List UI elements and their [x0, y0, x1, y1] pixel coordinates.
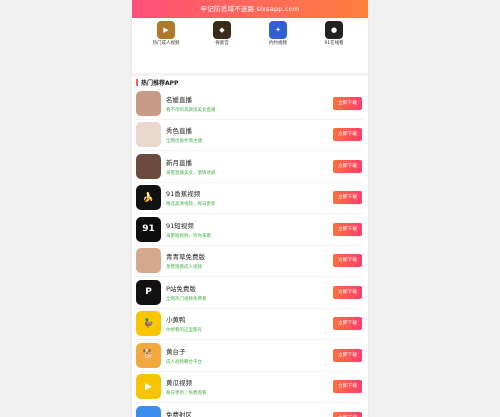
app-text: 新月直播海量直播美女，激情诱惑 — [161, 157, 333, 176]
quick-link-label: 91在线看 — [324, 41, 344, 46]
app-text: 黄台子成人视频聚合平台 — [161, 346, 333, 365]
quick-links: ▶ 热门成人视频 ◆ 探索宫 ✦ 约约视频 ● 91在线看 — [132, 18, 368, 59]
download-button[interactable]: 立即下载 — [333, 317, 362, 331]
yellow-duck-app-icon[interactable]: 🦆 — [136, 311, 161, 337]
download-button[interactable]: 立即下载 — [333, 254, 362, 268]
app-text: 青青草免费版免费观看成人视频 — [161, 251, 333, 270]
app-text: 秀色直播全网优质色情主播 — [161, 125, 333, 144]
quick-link-label: 探索宫 — [215, 41, 229, 46]
app-description: 海量直播美女，激情诱惑 — [166, 170, 216, 176]
top-banner[interactable]: 牢记防丢域不迷路 sixsapp.com — [132, 0, 368, 18]
app-name[interactable]: 黄台子 — [166, 346, 333, 356]
app-description: 海量短视频，等你来看 — [166, 233, 211, 239]
app-description: 你想看的这里都有 — [166, 328, 202, 334]
app-text: 91短视频海量短视频，等你来看 — [161, 220, 333, 239]
section-header: 热门推荐APP — [132, 76, 368, 88]
list-item[interactable]: 秀色直播 全网优质色情主播 立即下载 — [136, 120, 364, 151]
download-button[interactable]: 立即下载 — [333, 380, 362, 394]
huangtaizi-app-icon[interactable]: 🐕 — [136, 342, 161, 368]
app-name[interactable]: 秀色直播 — [166, 125, 333, 135]
download-button[interactable]: 立即下载 — [333, 159, 362, 173]
app-description: 全网优质色情主播 — [166, 139, 202, 145]
app-name[interactable]: 青青草免费版 — [166, 251, 333, 261]
91-banana-app-icon[interactable]: 🍌 — [136, 185, 161, 211]
download-button[interactable]: 立即下载 — [333, 128, 362, 142]
app-text: 名媛直播看不停的高颜值美女直播 — [161, 94, 333, 113]
list-item[interactable]: P P站免费版 全网热门视频免费看 立即下载 — [136, 277, 364, 309]
quick-link-label: 约约视频 — [269, 41, 287, 46]
app-description: 免费观看成人视频 — [166, 265, 202, 271]
app-name[interactable]: 小黄鸭 — [166, 314, 333, 324]
quick-link-3[interactable]: ● 91在线看 — [313, 21, 355, 59]
p-site-app-icon[interactable]: P — [136, 279, 161, 305]
qingqingcao-app-icon[interactable] — [136, 248, 161, 274]
app-name[interactable]: 91短视频 — [166, 220, 333, 230]
xinyue-app-icon[interactable] — [136, 153, 161, 179]
mingyuan-app-icon[interactable] — [136, 90, 161, 116]
section-title: 热门推荐APP — [141, 79, 179, 87]
app-name[interactable]: 新月直播 — [166, 157, 333, 167]
list-item[interactable]: 🍌 91香蕉视频 精选高清视频，每日更新 立即下载 — [136, 183, 364, 214]
section-accent-bar — [136, 78, 138, 86]
list-item[interactable]: 🐕 黄台子 成人视频聚合平台 立即下载 — [136, 340, 364, 372]
download-button[interactable]: 立即下载 — [333, 96, 362, 110]
download-button[interactable]: 立即下载 — [333, 222, 362, 236]
list-item[interactable]: 新月直播 海量直播美女，激情诱惑 立即下载 — [136, 151, 364, 183]
quick-link-label: 热门成人视频 — [152, 41, 180, 46]
app-text: P站免费版全网热门视频免费看 — [161, 283, 333, 302]
hot-videos-icon: ▶ — [157, 21, 175, 39]
list-item[interactable]: 名媛直播 看不停的高颜值美女直播 立即下载 — [136, 88, 364, 120]
explore-icon: ◆ — [213, 21, 231, 39]
download-button[interactable]: 立即下载 — [333, 348, 362, 362]
app-text: 小黄鸭你想看的这里都有 — [161, 314, 333, 333]
app-description: 每日更新，免费观看 — [166, 391, 207, 397]
free-zone-app-icon[interactable] — [136, 405, 161, 417]
cucumber-video-app-icon[interactable]: ▶ — [136, 374, 161, 400]
download-button[interactable]: 立即下载 — [333, 285, 362, 299]
quick-link-2[interactable]: ✦ 约约视频 — [257, 21, 299, 59]
app-description: 精选高清视频，每日更新 — [166, 202, 216, 208]
app-list: 名媛直播 看不停的高颜值美女直播 立即下载 秀色直播 全网优质色情主播 立即下载 新月直播海… — [132, 88, 368, 417]
app-name[interactable]: 黄瓜视频 — [166, 377, 333, 387]
app-name[interactable]: P站免费版 — [166, 283, 333, 293]
app-description: 看不停的高颜值美女直播 — [166, 107, 216, 113]
quick-link-0[interactable]: ▶ 热门成人视频 — [145, 21, 187, 59]
xiuse-app-icon[interactable] — [136, 122, 161, 148]
download-button[interactable]: 立即下载 — [333, 191, 362, 205]
app-description: 全网热门视频免费看 — [166, 296, 207, 302]
yueyue-icon: ✦ — [269, 21, 287, 39]
list-item[interactable]: ▶ 黄瓜视频 每日更新，免费观看 立即下载 — [136, 372, 364, 403]
91-watch-icon: ● — [325, 21, 343, 39]
download-button[interactable]: 立即下载 — [333, 411, 362, 417]
app-text: 黄瓜视频每日更新，免费观看 — [161, 377, 333, 396]
app-description: 成人视频聚合平台 — [166, 359, 202, 365]
list-item[interactable]: 免费射区海量资源免费看立即下载 — [136, 403, 364, 417]
mobile-page: 牢记防丢域不迷路 sixsapp.com ▶ 热门成人视频 ◆ 探索宫 ✦ 约约… — [132, 0, 368, 417]
app-text: 91香蕉视频精选高清视频，每日更新 — [161, 188, 333, 207]
list-item[interactable]: 91 91短视频 海量短视频，等你来看 立即下载 — [136, 214, 364, 246]
list-item[interactable]: 青青草免费版 免费观看成人视频 立即下载 — [136, 246, 364, 277]
app-name[interactable]: 名媛直播 — [166, 94, 333, 104]
91-short-video-app-icon[interactable]: 91 — [136, 216, 161, 242]
app-name[interactable]: 免费射区 — [166, 409, 333, 417]
quick-link-1[interactable]: ◆ 探索宫 — [201, 21, 243, 59]
app-text: 免费射区海量资源免费看 — [161, 409, 333, 417]
list-item[interactable]: 🦆 小黄鸭 你想看的这里都有 立即下载 — [136, 309, 364, 340]
app-name[interactable]: 91香蕉视频 — [166, 188, 333, 198]
